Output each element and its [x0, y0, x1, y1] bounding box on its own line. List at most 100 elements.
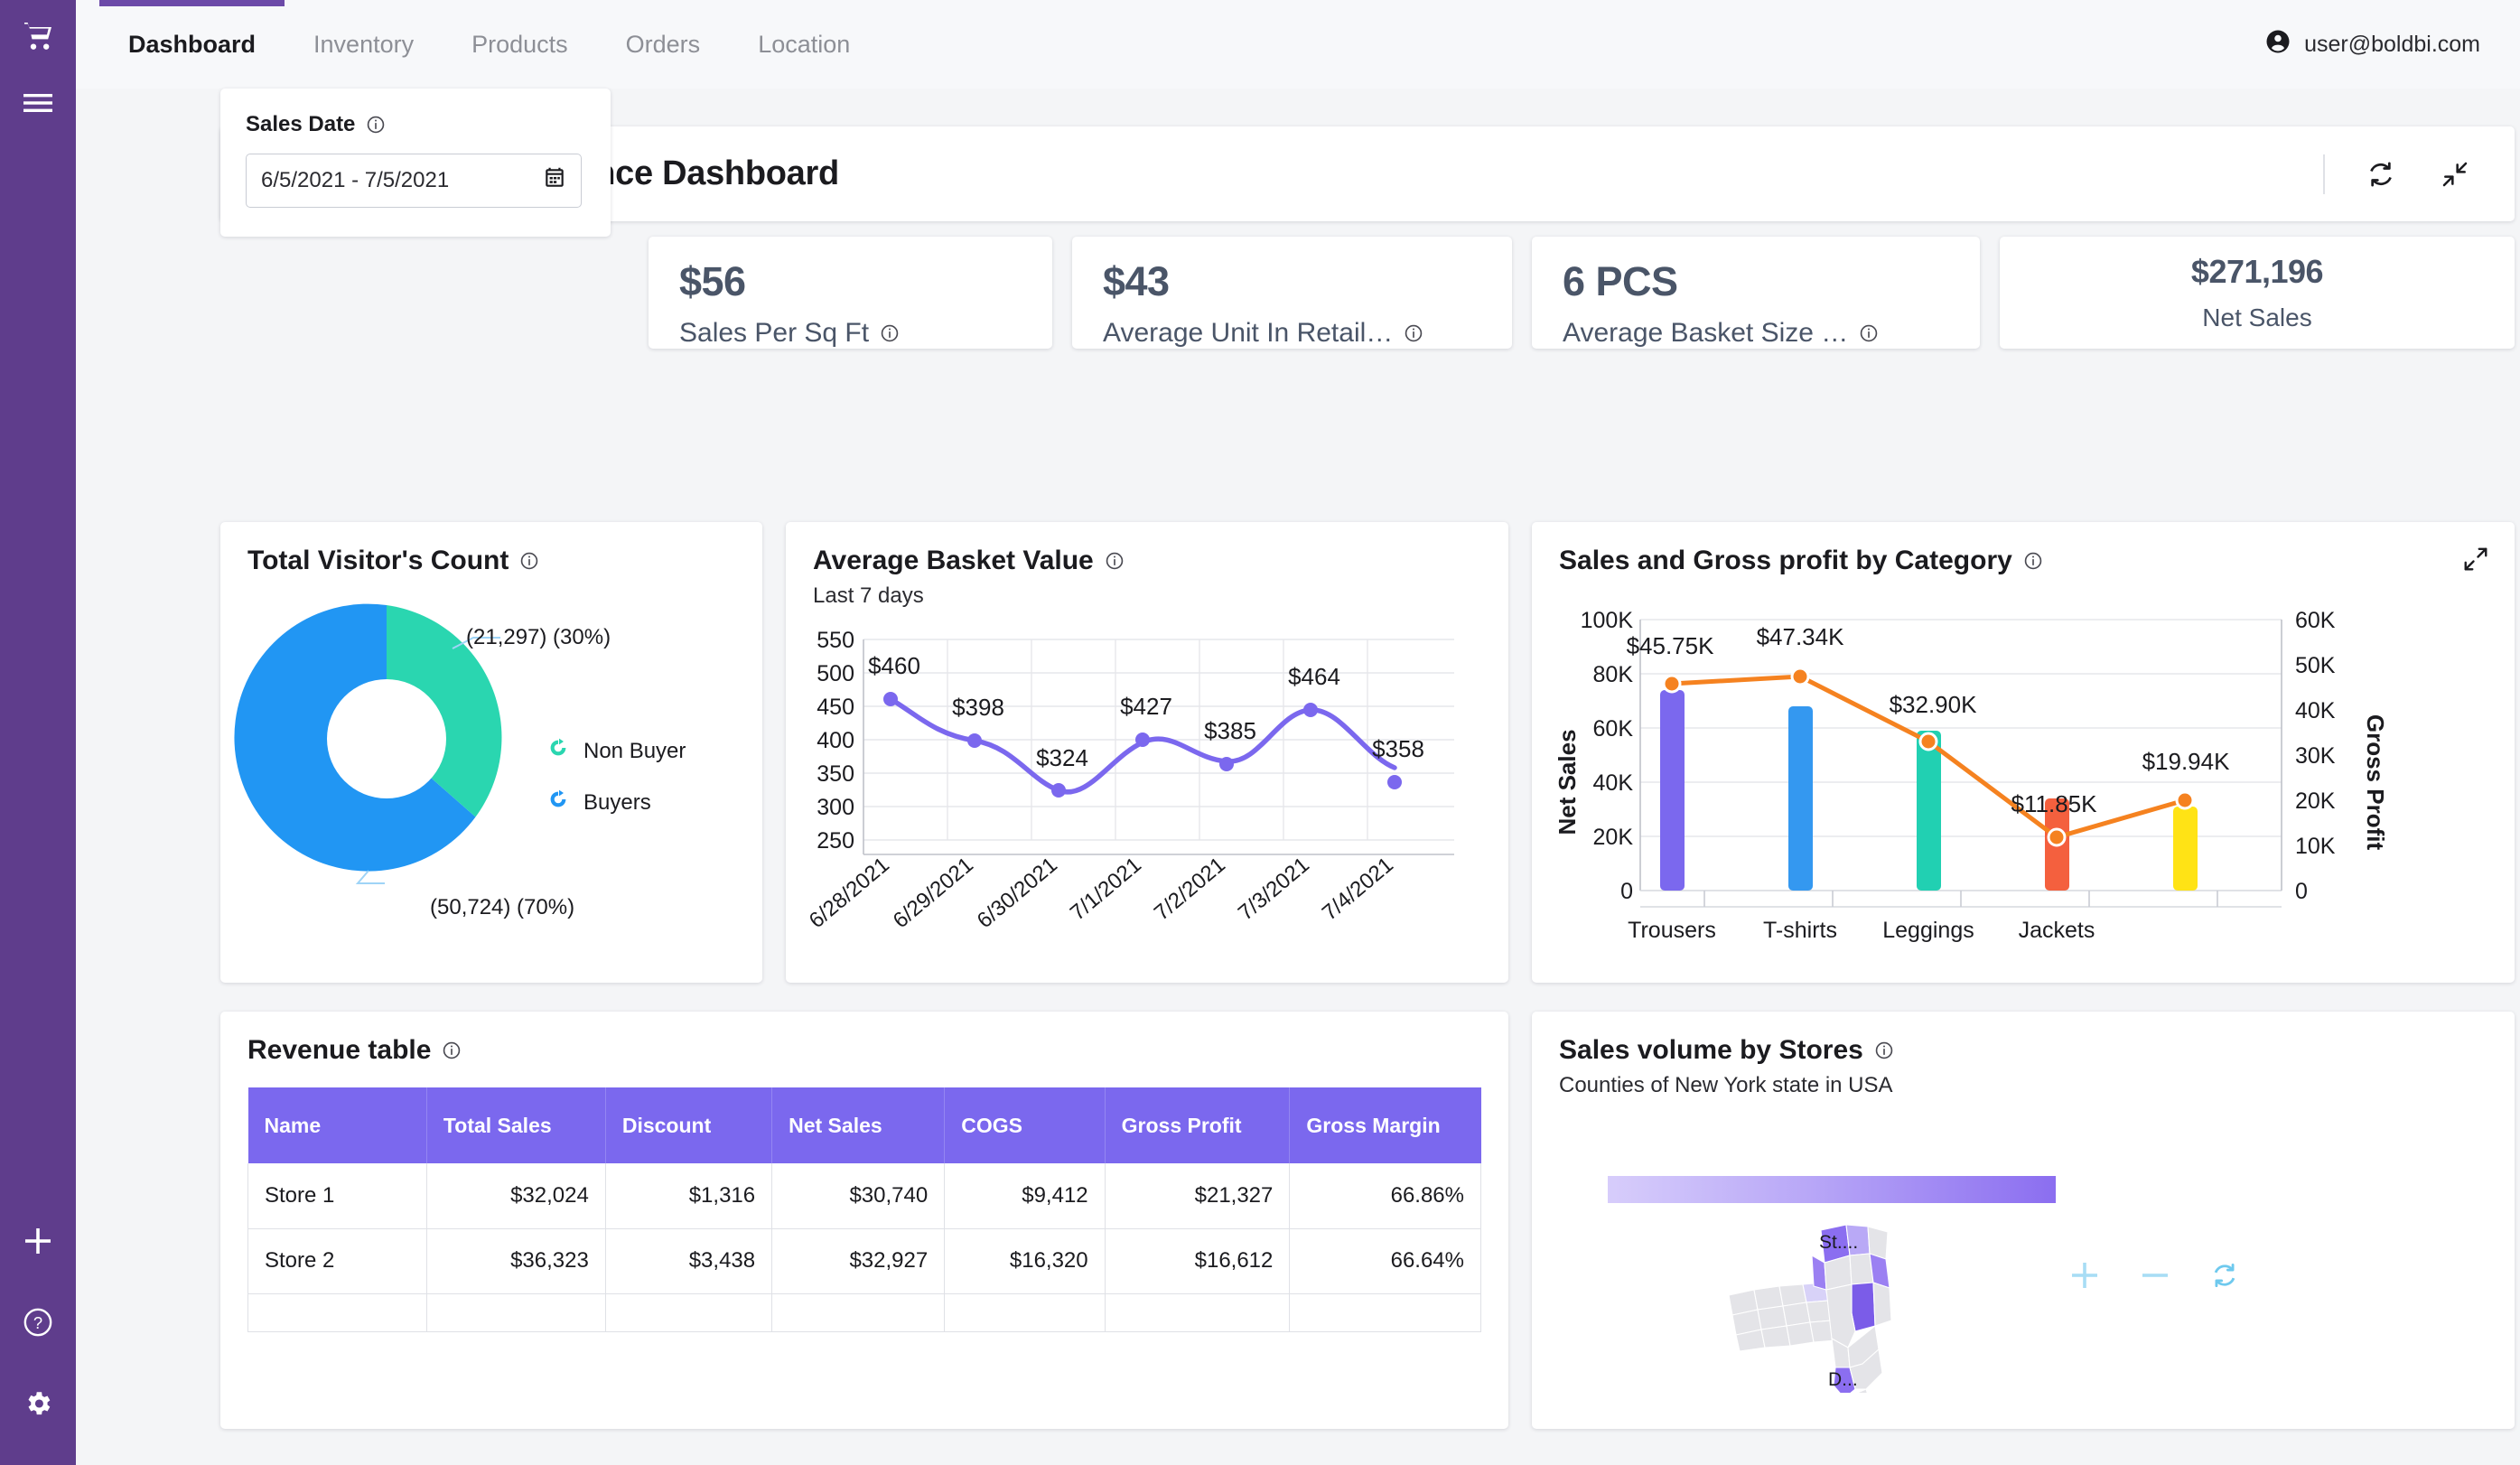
kpi-label: Net Sales: [2202, 291, 2311, 332]
refresh-icon[interactable]: [2363, 156, 2399, 192]
column-header-net-sales[interactable]: Net Sales: [771, 1087, 946, 1163]
legend-item-buyers[interactable]: Buyers: [547, 788, 686, 816]
svg-text:T-shirts: T-shirts: [1763, 918, 1837, 943]
card-title: Sales volume by Stores: [1559, 1035, 2487, 1066]
reset-icon[interactable]: [2209, 1260, 2240, 1291]
tab-orders[interactable]: Orders: [597, 0, 730, 89]
shopping-cart-icon[interactable]: [18, 16, 58, 56]
x-axis-ticks: 6/28/2021 6/29/2021 6/30/2021 7/1/2021 7…: [805, 853, 1398, 933]
card-subtitle: Last 7 days: [813, 583, 924, 608]
plus-icon[interactable]: [18, 1221, 58, 1261]
legend-swatch-non-buyer: [547, 737, 569, 765]
gear-icon[interactable]: [18, 1384, 58, 1423]
tab-location[interactable]: Location: [729, 0, 879, 89]
column-header-gross-profit[interactable]: Gross Profit: [1105, 1087, 1291, 1163]
legend-item-non-buyer[interactable]: Non Buyer: [547, 737, 686, 765]
svg-text:60K: 60K: [1593, 716, 1634, 742]
kpi-card-sales-per-sq-ft: $56 Sales Per Sq Ft: [649, 237, 1052, 349]
svg-text:0: 0: [2295, 879, 2308, 904]
info-icon[interactable]: [1404, 323, 1423, 343]
sales-date-input[interactable]: 6/5/2021 - 7/5/2021: [246, 154, 582, 208]
hamburger-menu-icon[interactable]: [18, 83, 58, 123]
right-axis-title: Gross Profit: [2362, 714, 2389, 851]
user-email-label: user@boldbi.com: [2304, 31, 2480, 57]
svg-text:40K: 40K: [1593, 770, 1634, 796]
kpi-label: Average Basket Size …: [1532, 305, 1980, 349]
tab-products-label: Products: [471, 30, 568, 58]
info-icon[interactable]: [519, 551, 539, 571]
svg-text:$358: $358: [1372, 735, 1424, 762]
info-icon[interactable]: [366, 115, 386, 135]
tab-inventory[interactable]: Inventory: [285, 0, 443, 89]
sales-volume-map-card: Sales volume by Stores Counties of New Y…: [1532, 1012, 2515, 1429]
collapse-arrows-icon[interactable]: [2437, 156, 2473, 192]
total-visitors-card: Total Visitor's Count (21,297) (30%) (50…: [220, 522, 762, 983]
tab-inventory-label: Inventory: [313, 30, 415, 58]
table-row[interactable]: Store 1 $32,024 $1,316 $30,740 $9,412 $2…: [247, 1163, 1481, 1229]
info-icon[interactable]: [1105, 551, 1125, 571]
svg-text:$19.94K: $19.94K: [2142, 748, 2231, 775]
donut-label-non-buyer: (21,297) (30%): [466, 625, 611, 649]
svg-text:60K: 60K: [2295, 608, 2336, 633]
info-icon[interactable]: [442, 1040, 462, 1060]
cell-name: Store 2: [247, 1228, 427, 1294]
sales-date-filter-card: Sales Date 6/5/2021 - 7/5/2021: [220, 89, 611, 237]
sales-date-value: 6/5/2021 - 7/5/2021: [261, 168, 450, 192]
card-title: Sales and Gross profit by Category: [1559, 546, 2487, 576]
svg-text:400: 400: [817, 728, 854, 753]
left-rail: ?: [0, 0, 76, 1465]
new-york-counties-map[interactable]: St.... D... S...: [1713, 1212, 1956, 1393]
minus-icon[interactable]: [2139, 1259, 2171, 1292]
sales-date-label: Sales Date: [246, 112, 585, 137]
cell-name: Store 1: [247, 1163, 427, 1229]
sales-gross-profit-category-card: Sales and Gross profit by Category 100K 8…: [1532, 522, 2515, 983]
column-header-gross-margin[interactable]: Gross Margin: [1289, 1087, 1481, 1163]
basket-line-chart[interactable]: 550500450 400350300250 $460$398$324 $427…: [786, 621, 1508, 983]
column-header-discount[interactable]: Discount: [605, 1087, 773, 1163]
svg-text:6/28/2021: 6/28/2021: [805, 853, 894, 933]
cell-gross-margin: 66.64%: [1289, 1228, 1481, 1294]
map-zoom-controls: [2068, 1259, 2240, 1292]
info-icon[interactable]: [1874, 1040, 1894, 1060]
plus-icon[interactable]: [2068, 1259, 2101, 1292]
county-highlight-strip: [1851, 1282, 1876, 1332]
cell-gross-profit: $21,327: [1104, 1163, 1291, 1229]
card-title: Revenue table: [247, 1035, 1481, 1066]
bar-category-5: [2173, 807, 2198, 891]
right-axis-ticks: 60K 50K 40K 30K 20K 10K 0: [2295, 608, 2336, 904]
map-color-legend: [1608, 1176, 2056, 1203]
svg-text:250: 250: [817, 828, 854, 854]
category-combo-chart[interactable]: 100K80K60K 40K20K0 Net Sales $45.75K $47…: [1532, 593, 2515, 981]
donut-legend: Non Buyer Buyers: [547, 737, 686, 816]
svg-text:10K: 10K: [2295, 834, 2336, 859]
info-icon[interactable]: [880, 323, 900, 343]
card-title: Average Basket Value: [813, 546, 1481, 576]
column-header-name[interactable]: Name: [247, 1087, 427, 1163]
info-icon[interactable]: [1859, 323, 1879, 343]
donut-label-buyers: (50,724) (70%): [430, 895, 575, 919]
svg-text:20K: 20K: [2295, 788, 2336, 814]
info-icon[interactable]: [2023, 551, 2043, 571]
legend-label-non-buyer: Non Buyer: [583, 738, 686, 763]
legend-swatch-buyers: [547, 788, 569, 816]
column-header-cogs[interactable]: COGS: [944, 1087, 1106, 1163]
tab-dashboard[interactable]: Dashboard: [99, 0, 285, 89]
table-row[interactable]: Store 2 $36,323 $3,438 $32,927 $16,320 $…: [247, 1228, 1481, 1294]
card-title-text: Average Basket Value: [813, 546, 1094, 575]
map-svg[interactable]: St.... D... S...: [1713, 1212, 1956, 1393]
user-account-menu[interactable]: user@boldbi.com: [2264, 0, 2520, 89]
donut-chart: (21,297) (30%) (50,724) (70%) Non Buyer …: [220, 576, 762, 938]
expand-arrows-icon[interactable]: [2462, 546, 2489, 577]
kpi-value: 6 PCS: [1563, 258, 1678, 304]
line-data-labels: $460 $398 $324 $427 $385 $464 $358: [868, 652, 1424, 771]
tab-products[interactable]: Products: [443, 0, 597, 89]
column-header-total-sales[interactable]: Total Sales: [426, 1087, 606, 1163]
card-title-text: Sales and Gross profit by Category: [1559, 546, 2012, 575]
svg-text:$385: $385: [1204, 717, 1256, 744]
svg-text:80K: 80K: [1593, 662, 1634, 687]
kpi-value: $56: [679, 258, 746, 304]
bar-leggings: [1917, 731, 1941, 891]
calendar-icon[interactable]: [543, 166, 566, 196]
question-mark-icon[interactable]: ?: [18, 1302, 58, 1342]
svg-text:Trousers: Trousers: [1628, 918, 1716, 943]
